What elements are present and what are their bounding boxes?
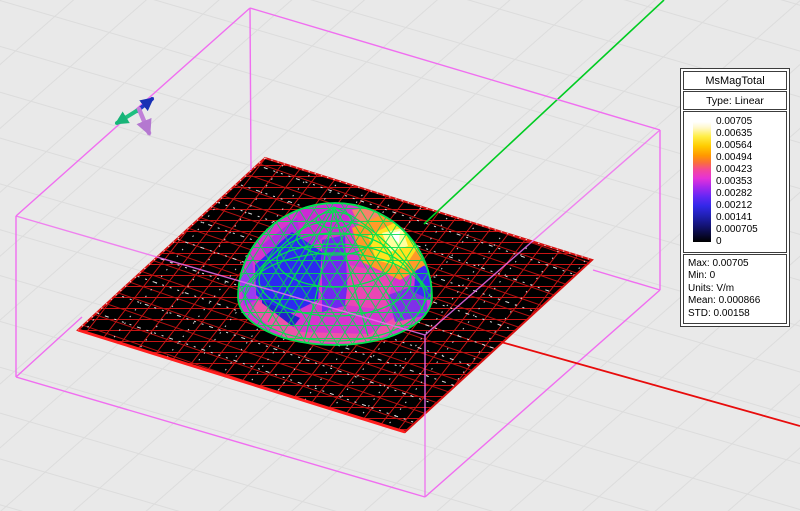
3d-modeler-viewport[interactable]: MsMagTotal Type: Linear 0.00705 0.00635 … (0, 0, 800, 511)
scale-value: 0.00564 (716, 140, 753, 151)
stat-line: Units: V/m (688, 282, 735, 294)
scale-value: 0.000705 (716, 224, 758, 235)
scale-value: 0.00423 (716, 164, 753, 175)
color-scale-values: 0.00705 0.00635 0.00564 0.00494 0.00423 … (716, 116, 758, 248)
legend-scale-type: Type: Linear (683, 91, 787, 110)
legend-color-scale: 0.00705 0.00635 0.00564 0.00494 0.00423 … (683, 111, 787, 253)
scale-value: 0.00353 (716, 176, 753, 187)
color-scale-bar (693, 122, 711, 242)
stat-line: Min: 0 (688, 270, 716, 282)
legend-stats: Max: 0.00705 Min: 0 Units: V/m Mean: 0.0… (683, 254, 787, 325)
stat-line: Mean: 0.000866 (688, 295, 761, 307)
legend-title: MsMagTotal (683, 71, 787, 90)
scale-value: 0.00282 (716, 188, 753, 199)
stat-line: STD: 0.00158 (688, 307, 750, 319)
scale-value: 0 (716, 236, 722, 247)
scale-value: 0.00494 (716, 152, 753, 163)
scale-value: 0.00635 (716, 128, 753, 139)
scale-value: 0.00141 (716, 212, 753, 223)
scale-value: 0.00705 (716, 116, 753, 127)
stat-line: Max: 0.00705 (688, 258, 749, 269)
legend-panel[interactable]: MsMagTotal Type: Linear 0.00705 0.00635 … (680, 68, 790, 328)
scale-value: 0.00212 (716, 200, 753, 211)
